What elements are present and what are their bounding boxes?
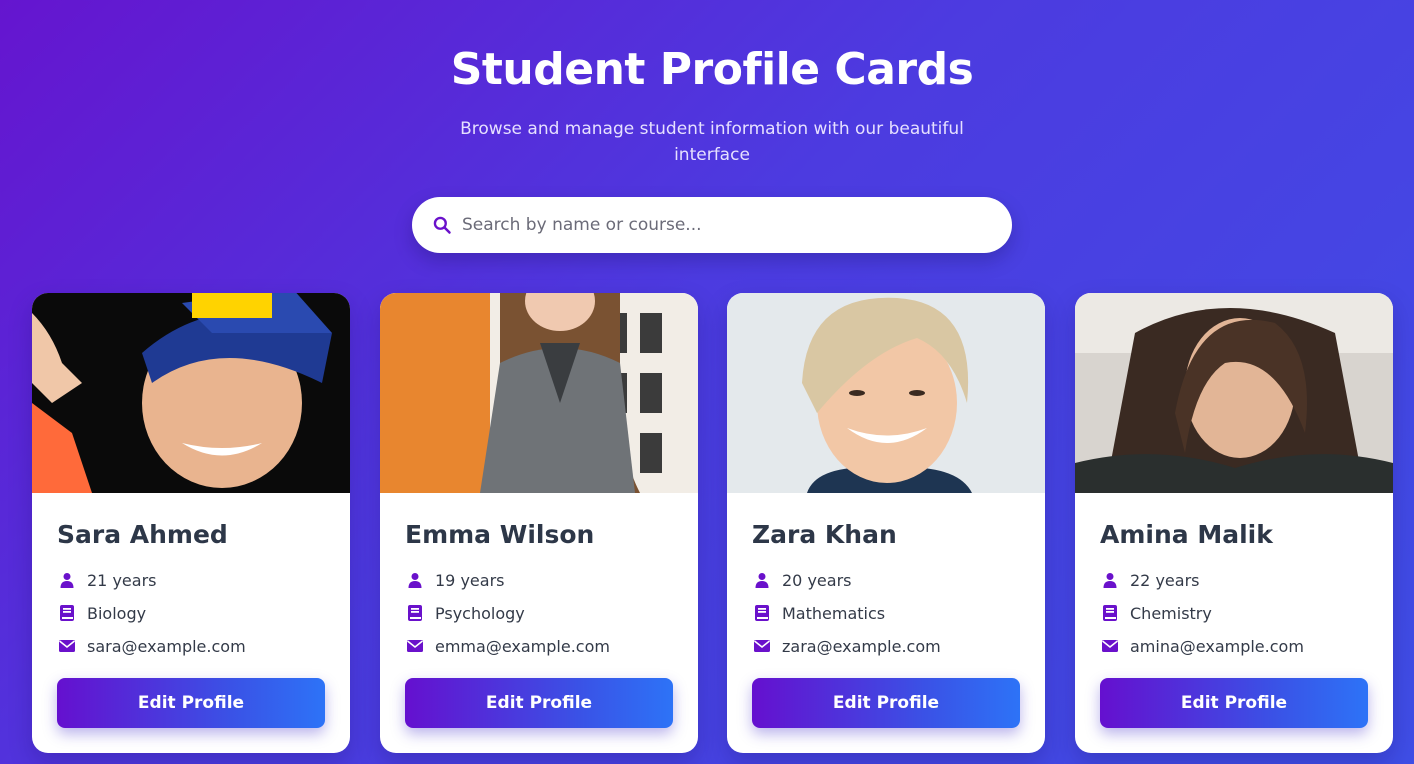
- student-photo: [1075, 293, 1393, 493]
- student-email: emma@example.com: [435, 636, 610, 656]
- envelope-icon: [405, 637, 425, 655]
- book-icon: [1100, 604, 1120, 622]
- book-icon: [405, 604, 425, 622]
- student-age-row: 22 years: [1100, 569, 1380, 591]
- student-email: sara@example.com: [87, 636, 246, 656]
- student-name: Amina Malik: [1100, 520, 1273, 549]
- student-photo: [727, 293, 1045, 493]
- student-name: Emma Wilson: [405, 520, 595, 549]
- student-age: 21 years: [87, 570, 157, 590]
- student-email-row: amina@example.com: [1100, 635, 1380, 657]
- user-icon: [1100, 571, 1120, 589]
- student-card: Zara Khan 20 years Mathematics zara@exam…: [727, 293, 1045, 753]
- student-course-row: Biology: [57, 602, 337, 624]
- edit-profile-button[interactable]: Edit Profile: [752, 678, 1020, 728]
- user-icon: [57, 571, 77, 589]
- student-course: Biology: [87, 603, 147, 623]
- user-icon: [405, 571, 425, 589]
- student-age-row: 19 years: [405, 569, 685, 591]
- envelope-icon: [1100, 637, 1120, 655]
- student-age: 22 years: [1130, 570, 1200, 590]
- student-age-row: 20 years: [752, 569, 1032, 591]
- user-icon: [752, 571, 772, 589]
- book-icon: [752, 604, 772, 622]
- student-email: amina@example.com: [1130, 636, 1304, 656]
- book-icon: [57, 604, 77, 622]
- student-card: Emma Wilson 19 years Psychology emma@exa…: [380, 293, 698, 753]
- search-bar[interactable]: [412, 197, 1012, 253]
- student-email-row: sara@example.com: [57, 635, 337, 657]
- student-card: Sara Ahmed 21 years Biology sara@example…: [32, 293, 350, 753]
- envelope-icon: [752, 637, 772, 655]
- search-input[interactable]: [462, 211, 992, 239]
- student-age-row: 21 years: [57, 569, 337, 591]
- page-title: Student Profile Cards: [450, 44, 974, 95]
- student-email-row: emma@example.com: [405, 635, 685, 657]
- student-name: Zara Khan: [752, 520, 897, 549]
- search-icon: [433, 216, 451, 234]
- student-card: Amina Malik 22 years Chemistry amina@exa…: [1075, 293, 1393, 753]
- student-email-row: zara@example.com: [752, 635, 1032, 657]
- edit-profile-button[interactable]: Edit Profile: [1100, 678, 1368, 728]
- page-subtitle: Browse and manage student information wi…: [460, 119, 964, 165]
- student-name: Sara Ahmed: [57, 520, 228, 549]
- student-course-row: Psychology: [405, 602, 685, 624]
- student-course-row: Chemistry: [1100, 602, 1380, 624]
- student-age: 19 years: [435, 570, 505, 590]
- student-course: Psychology: [435, 603, 525, 623]
- edit-profile-button[interactable]: Edit Profile: [405, 678, 673, 728]
- edit-profile-button[interactable]: Edit Profile: [57, 678, 325, 728]
- envelope-icon: [57, 637, 77, 655]
- student-course: Chemistry: [1130, 603, 1212, 623]
- student-photo: [32, 293, 350, 493]
- student-photo: [380, 293, 698, 493]
- student-email: zara@example.com: [782, 636, 941, 656]
- student-age: 20 years: [782, 570, 852, 590]
- student-course-row: Mathematics: [752, 602, 1032, 624]
- student-course: Mathematics: [782, 603, 886, 623]
